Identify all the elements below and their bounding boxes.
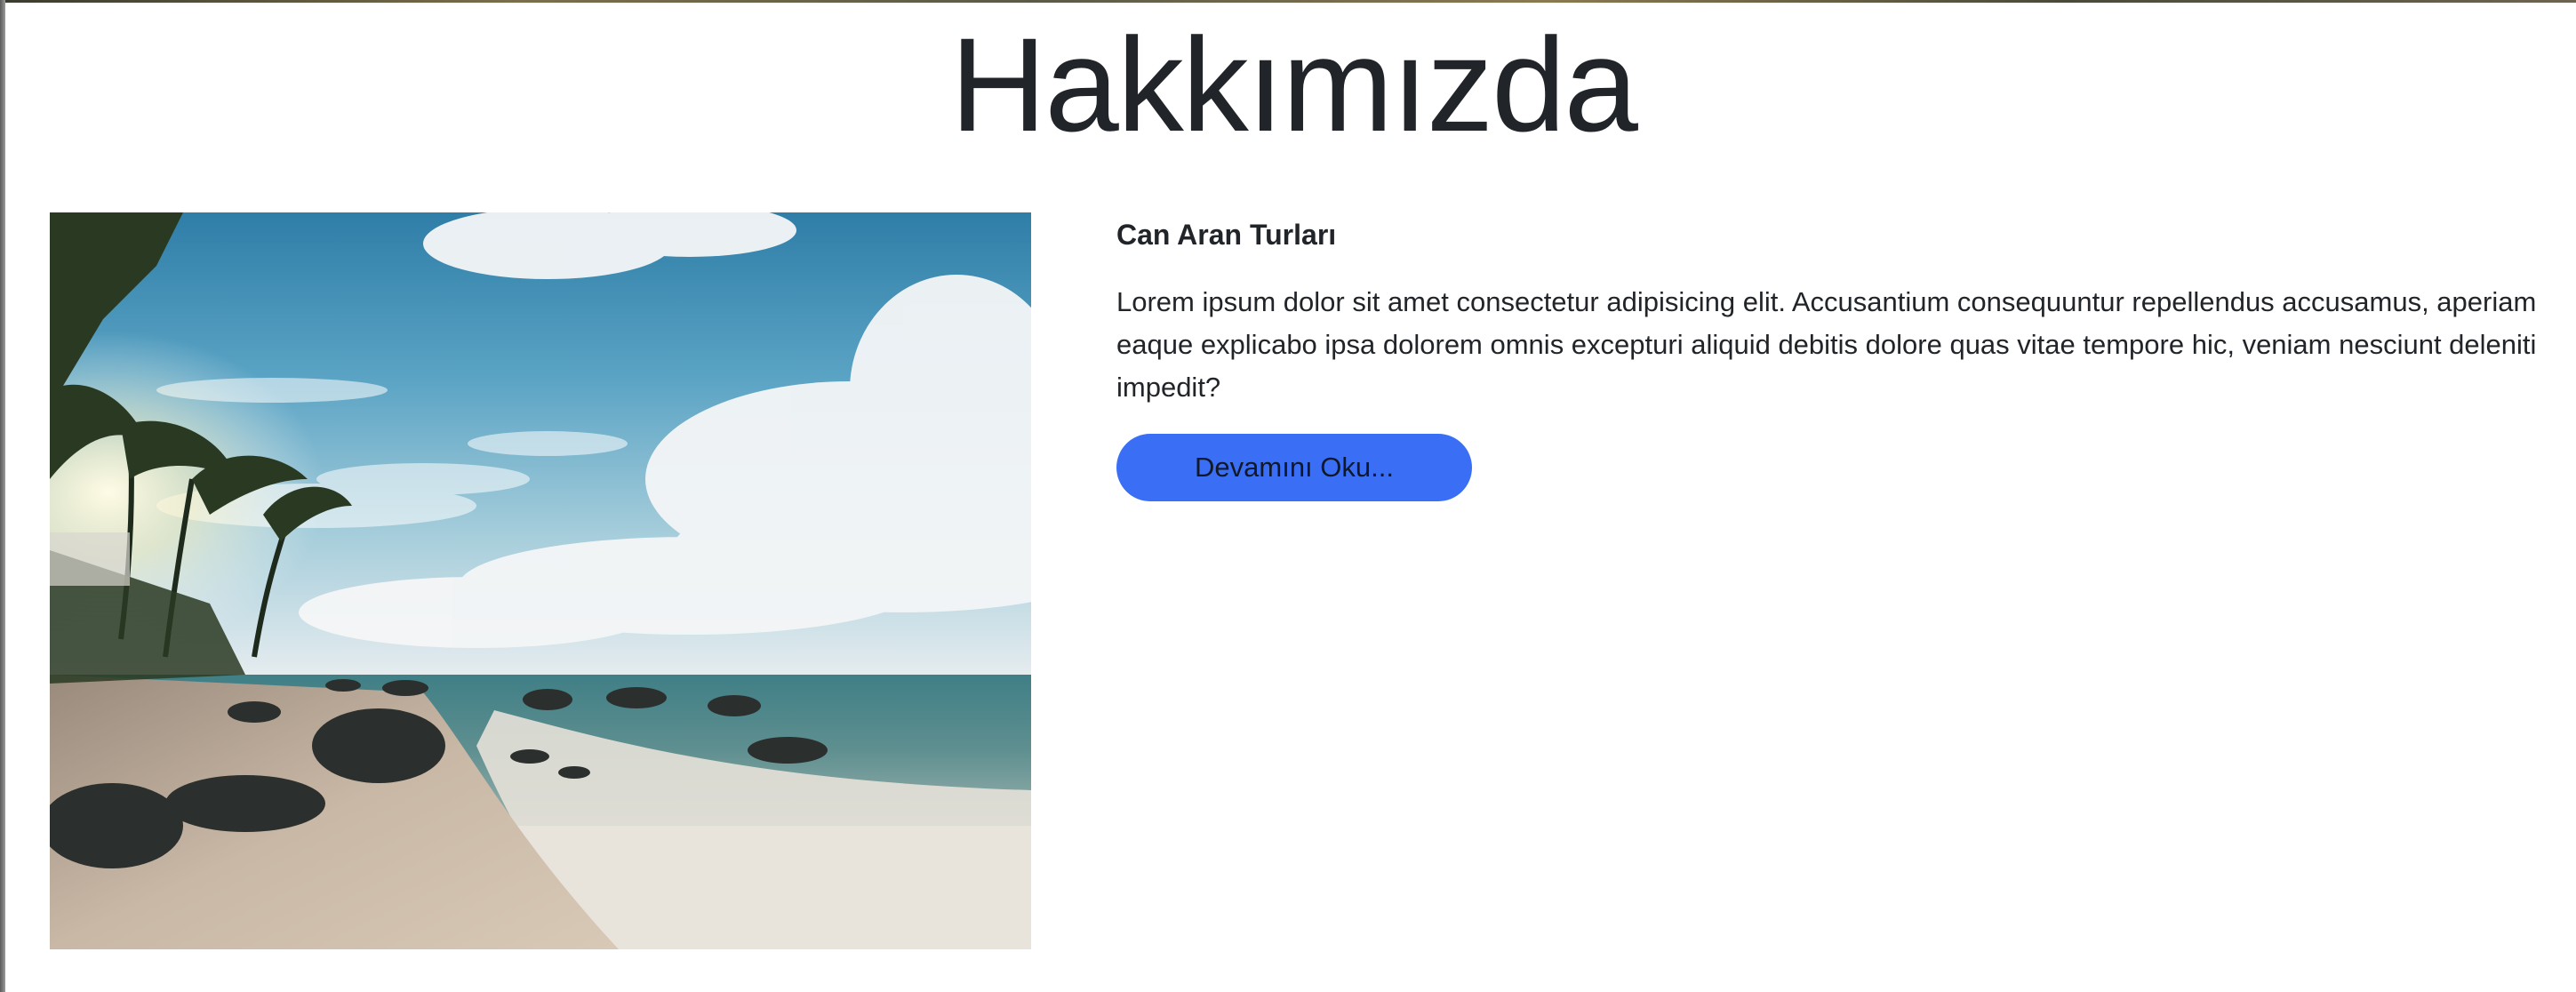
- beach-photo: [50, 212, 1031, 949]
- about-paragraph: Lorem ipsum dolor sit amet consectetur a…: [1116, 286, 2537, 403]
- page-title: Hakkımızda: [950, 10, 1638, 159]
- top-image-strip: [5, 0, 2576, 3]
- about-content: Can Aran Turları Lorem ipsum dolor sit a…: [1116, 213, 2539, 501]
- read-more-button[interactable]: Devamını Oku...: [1116, 434, 1472, 501]
- company-name-heading: Can Aran Turları: [1116, 219, 1337, 251]
